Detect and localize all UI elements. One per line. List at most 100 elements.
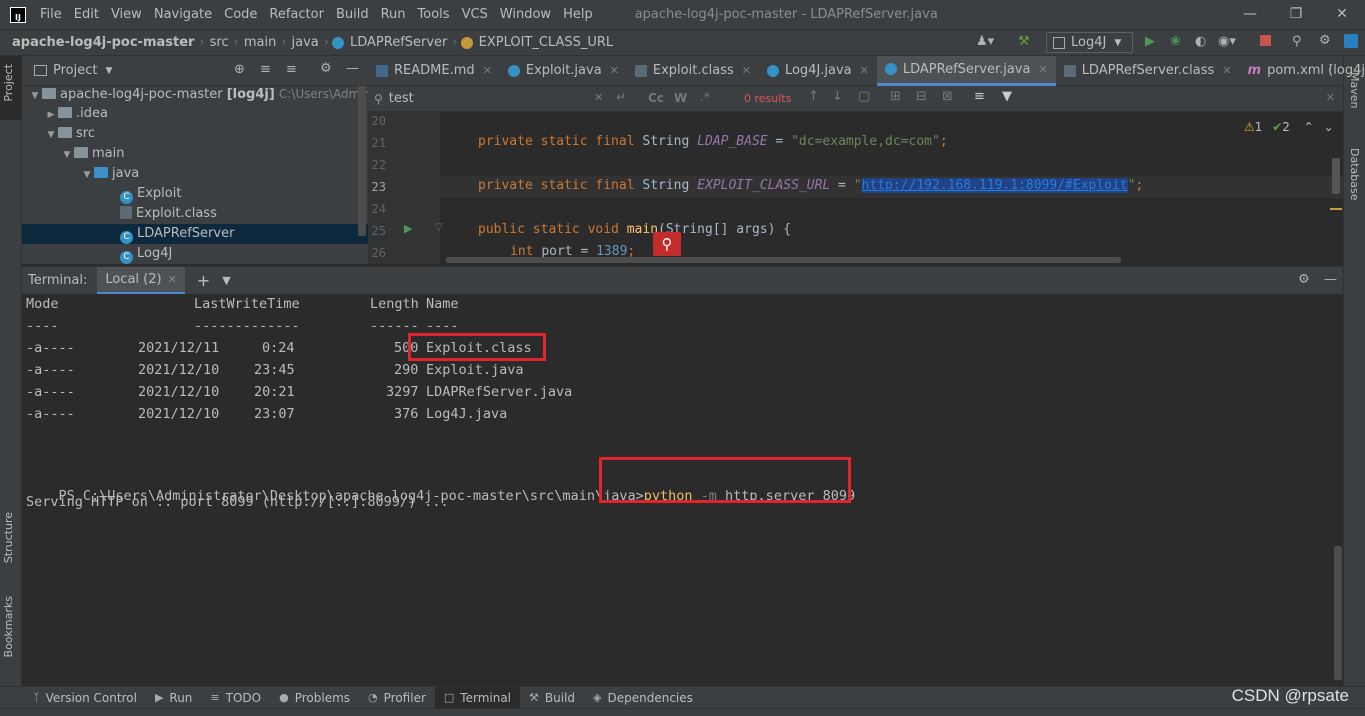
tab-exploit-class[interactable]: Exploit.class ✕ <box>627 56 759 86</box>
menu-edit[interactable]: Edit <box>68 7 105 22</box>
menu-run[interactable]: Run <box>375 7 412 22</box>
collapse-all-icon[interactable]: ≡ <box>286 62 297 77</box>
tab-ldaprefserver-java[interactable]: LDAPRefServer.java ✕ <box>876 55 1056 86</box>
whole-words-toggle[interactable]: W <box>674 91 687 105</box>
settings-gear-icon[interactable]: ⚙ <box>320 61 332 76</box>
url-link[interactable]: http://192.168.119.1:8099/#Exploit <box>861 178 1128 193</box>
run-icon[interactable]: ▶ <box>1145 34 1155 49</box>
tree-item-idea[interactable]: ▶ .idea <box>22 104 368 124</box>
structure-tool-tab[interactable]: Structure <box>2 512 15 563</box>
tree-item-ldaprefserver[interactable]: C LDAPRefServer <box>22 224 368 244</box>
menu-help[interactable]: Help <box>557 7 599 22</box>
tool-terminal[interactable]: □ Terminal <box>434 686 521 709</box>
magnifier-overlay-icon[interactable]: ⚲ <box>653 232 681 256</box>
add-terminal-icon[interactable]: + <box>197 271 210 290</box>
filter-options-icon[interactable]: ≡ <box>974 89 985 104</box>
tool-version-control[interactable]: ᛉ Version Control <box>24 687 146 709</box>
tab-readme[interactable]: README.md ✕ <box>368 56 500 86</box>
add-selection-icon[interactable]: ⊞ <box>890 89 901 104</box>
close-find-icon[interactable]: ✕ <box>1326 91 1335 104</box>
clear-search-icon[interactable]: ✕ <box>594 91 603 104</box>
build-hammer-icon[interactable]: ⚒ <box>1018 34 1030 49</box>
tool-problems[interactable]: ● Problems <box>270 687 359 709</box>
tree-item-log4j[interactable]: C Log4J <box>22 244 368 264</box>
close-tab-icon[interactable]: ✕ <box>1222 64 1231 77</box>
more-tabs-icon[interactable]: ⋮ <box>1324 62 1337 77</box>
close-icon[interactable]: ✕ <box>1319 0 1365 29</box>
close-tab-icon[interactable]: ✕ <box>610 64 619 77</box>
breadcrumb-field[interactable]: EXPLOIT_CLASS_URL <box>477 35 616 50</box>
menu-window[interactable]: Window <box>494 7 557 22</box>
chevron-up-icon[interactable]: ⌃ <box>1304 120 1314 134</box>
previous-occurrence-icon[interactable]: ↑ <box>808 89 819 104</box>
tab-exploit-java[interactable]: Exploit.java ✕ <box>500 56 627 86</box>
breadcrumb-java[interactable]: java <box>290 35 321 50</box>
menu-tools[interactable]: Tools <box>412 7 456 22</box>
breadcrumb-class[interactable]: LDAPRefServer <box>348 35 449 50</box>
database-tool-tab[interactable]: Database <box>1348 148 1361 201</box>
settings-gear-icon[interactable]: ⚙ <box>1298 272 1310 287</box>
debug-icon[interactable]: ❀ <box>1170 34 1181 49</box>
regex-toggle-icon[interactable]: .* <box>700 90 710 104</box>
expand-all-icon[interactable]: ≡ <box>260 62 271 77</box>
terminal-scrollbar[interactable] <box>1334 546 1342 680</box>
fold-icon[interactable]: ▽ <box>435 222 443 233</box>
editor-scrollbar[interactable] <box>1332 158 1340 194</box>
tab-ldaprefserver-class[interactable]: LDAPRefServer.class ✕ <box>1056 56 1240 86</box>
tab-pom-xml[interactable]: mpom.xml (log4j)✕ <box>1240 56 1365 86</box>
hide-panel-icon[interactable]: — <box>1324 272 1337 287</box>
editor-horizontal-scrollbar[interactable] <box>446 257 1121 263</box>
match-case-toggle[interactable]: Cc <box>648 91 664 105</box>
search-icon[interactable]: ⚲ <box>1292 34 1302 49</box>
menu-navigate[interactable]: Navigate <box>148 7 218 22</box>
newline-icon[interactable]: ↵ <box>616 90 626 104</box>
chevron-down-icon[interactable]: ▼ <box>222 274 230 287</box>
inspection-widget[interactable]: ⚠1 ✔2 ⌃ ⌄ <box>1244 120 1334 134</box>
project-tool-tab[interactable]: Project <box>2 64 15 102</box>
tool-run[interactable]: ▶ Run <box>146 687 201 709</box>
profile-icon[interactable]: ◉▾ <box>1218 34 1236 49</box>
code-editor[interactable]: 20 21 22 23 24 25 26 ▶ ▽ private static … <box>368 112 1343 264</box>
close-tab-icon[interactable]: ✕ <box>742 64 751 77</box>
settings-gear-icon[interactable]: ⚙ <box>1319 33 1331 48</box>
menu-view[interactable]: View <box>105 7 148 22</box>
minimize-icon[interactable]: — <box>1227 0 1273 29</box>
user-icon[interactable]: ♟▾ <box>976 34 994 49</box>
breadcrumb-main[interactable]: main <box>242 35 278 50</box>
menu-vcs[interactable]: VCS <box>456 7 494 22</box>
close-tab-icon[interactable]: ✕ <box>168 273 177 286</box>
maximize-icon[interactable]: ❐ <box>1273 0 1319 29</box>
remove-selection-icon[interactable]: ⊟ <box>916 89 927 104</box>
menu-code[interactable]: Code <box>218 7 263 22</box>
menu-file[interactable]: File <box>34 7 68 22</box>
tree-item-exploit[interactable]: C Exploit <box>22 184 368 204</box>
jetbrains-toolbox-icon[interactable] <box>1344 34 1358 48</box>
filter-icon[interactable]: ▼ <box>1002 89 1012 104</box>
tool-dependencies[interactable]: ◈ Dependencies <box>584 687 702 709</box>
tree-item-java[interactable]: ▼ java <box>22 164 368 184</box>
tool-profiler[interactable]: ◔ Profiler <box>359 687 435 709</box>
run-config-select[interactable]: Log4J ▼ <box>1046 32 1133 53</box>
breadcrumb-src[interactable]: src <box>208 35 231 50</box>
project-panel-title[interactable]: Project <box>53 63 97 78</box>
locate-file-icon[interactable]: ⊕ <box>234 62 245 77</box>
close-tab-icon[interactable]: ✕ <box>1038 63 1047 76</box>
coverage-icon[interactable]: ◐ <box>1195 34 1206 49</box>
close-tab-icon[interactable]: ✕ <box>483 64 492 77</box>
menu-refactor[interactable]: Refactor <box>263 7 330 22</box>
tool-todo[interactable]: ≡ TODO <box>201 687 270 709</box>
find-input[interactable] <box>388 91 579 106</box>
next-occurrence-icon[interactable]: ↓ <box>832 89 843 104</box>
tree-item-exploit-class[interactable]: Exploit.class <box>22 204 368 224</box>
project-scrollbar[interactable] <box>358 86 366 236</box>
hide-panel-icon[interactable]: — <box>346 61 359 76</box>
tree-item-main[interactable]: ▼ main <box>22 144 368 164</box>
breadcrumb-project[interactable]: apache-log4j-poc-master <box>10 35 196 50</box>
tab-log4j-java[interactable]: Log4J.java ✕ <box>759 56 877 86</box>
terminal-tab-local[interactable]: Local (2) ✕ <box>97 266 185 295</box>
terminal-output[interactable]: Mode LastWriteTime Length Name ---- ----… <box>22 294 1343 686</box>
tree-item-root[interactable]: ▼ apache-log4j-poc-master [log4j] C:\User… <box>22 84 386 104</box>
chevron-down-icon[interactable]: ⌄ <box>1324 120 1334 134</box>
tree-item-src[interactable]: ▼ src <box>22 124 368 144</box>
bookmarks-tool-tab[interactable]: Bookmarks <box>2 596 15 657</box>
